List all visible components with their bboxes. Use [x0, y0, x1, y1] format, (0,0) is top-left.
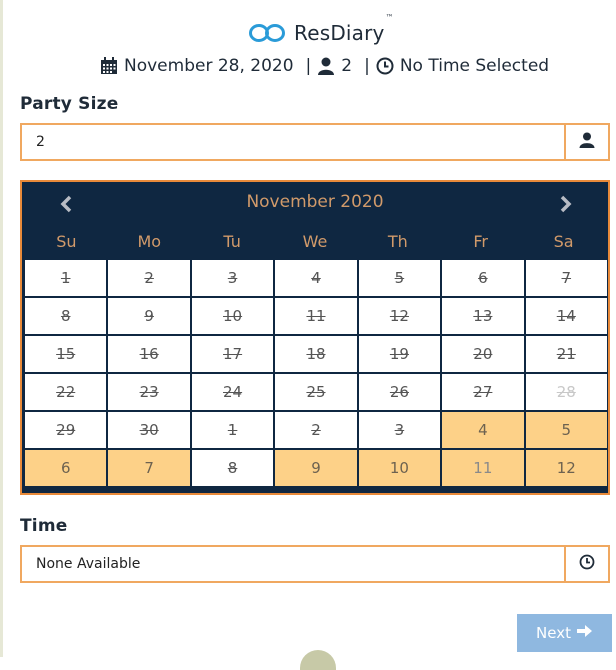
calendar-day[interactable]: 11: [442, 450, 524, 486]
calendar-day: 21: [525, 336, 607, 372]
weekday-label: Th: [387, 232, 408, 251]
weekday-label: Tu: [223, 232, 241, 251]
weekday-label: Fr: [473, 232, 489, 251]
calendar-day: 28: [525, 374, 607, 410]
calendar-day: 27: [442, 374, 524, 410]
calendar-day: 8: [191, 450, 274, 486]
summary-separator: |: [305, 56, 312, 76]
infinity-icon: [248, 22, 286, 44]
calendar-day[interactable]: 7: [108, 450, 190, 486]
person-icon: [579, 132, 595, 152]
calendar-day: 3: [358, 412, 441, 448]
party-size-label: Party Size: [20, 94, 119, 114]
calendar-day: 20: [442, 336, 524, 372]
time-field[interactable]: None Available: [20, 545, 610, 583]
calendar-day: 24: [191, 374, 274, 410]
calendar-day: 13: [442, 298, 524, 334]
weekday-label: We: [302, 232, 328, 251]
calendar-icon: [100, 57, 118, 75]
calendar-day[interactable]: 5: [525, 412, 607, 448]
calendar-day: 18: [275, 336, 357, 372]
person-icon: [317, 57, 335, 75]
summary-time: No Time Selected: [399, 56, 550, 76]
brand-name: ResDiary™: [294, 13, 394, 45]
calendar-day: 8: [25, 298, 107, 334]
calendar-day: 30: [108, 412, 190, 448]
calendar-day[interactable]: 4: [442, 412, 524, 448]
header: ResDiary™ November 28, 2020 | 2 | No Tim…: [0, 13, 616, 88]
weekday-label: Su: [56, 232, 77, 251]
calendar-day: 12: [358, 298, 441, 334]
time-input[interactable]: None Available: [20, 545, 564, 583]
calendar: November 2020 Su Mo Tu We Th Fr Sa 12345…: [20, 180, 610, 495]
calendar-day: 2: [108, 260, 190, 296]
trademark-mark: ™: [385, 13, 394, 22]
calendar-day: 2: [275, 412, 357, 448]
booking-summary: November 28, 2020 | 2 | No Time Selected: [100, 56, 549, 76]
calendar-day: 10: [191, 298, 274, 334]
time-addon[interactable]: [564, 545, 610, 583]
calendar-day: 14: [525, 298, 607, 334]
calendar-day: 17: [191, 336, 274, 372]
calendar-day: 26: [358, 374, 441, 410]
time-label: Time: [20, 516, 68, 536]
calendar-day: 11: [275, 298, 357, 334]
clock-icon: [376, 57, 394, 75]
calendar-day[interactable]: 6: [25, 450, 107, 486]
weekday-label: Sa: [553, 232, 574, 251]
summary-date: November 28, 2020: [124, 56, 294, 76]
clock-icon: [579, 554, 595, 574]
calendar-day[interactable]: 10: [358, 450, 441, 486]
summary-separator: |: [364, 56, 370, 76]
arrow-right-icon: [576, 624, 593, 642]
calendar-day: 1: [191, 412, 274, 448]
calendar-day: 23: [108, 374, 190, 410]
party-size-input[interactable]: 2: [20, 123, 564, 161]
calendar-day: 22: [25, 374, 107, 410]
calendar-day: 1: [25, 260, 107, 296]
calendar-day: 4: [275, 260, 357, 296]
calendar-day-grid: 1 2 3 4 5 6 7 8 9 10 11 12 13 14 15 16 17 18 19 20 21 22 23 24 2…: [25, 260, 607, 486]
calendar-day: 6: [442, 260, 524, 296]
calendar-day: 7: [525, 260, 607, 296]
weekday-header-row: Su Mo Tu We Th Fr Sa: [25, 228, 605, 256]
calendar-month-title: November 2020: [246, 192, 384, 212]
brand: ResDiary™: [248, 13, 394, 48]
next-button-label: Next: [536, 624, 571, 642]
bottom-avatar-peek: [300, 650, 336, 670]
calendar-day: 9: [108, 298, 190, 334]
calendar-day[interactable]: 12: [525, 450, 607, 486]
calendar-header: November 2020: [22, 182, 608, 224]
calendar-day: 19: [358, 336, 441, 372]
weekday-label: Mo: [137, 232, 162, 251]
party-size-field[interactable]: 2: [20, 123, 610, 161]
chevron-right-icon[interactable]: [554, 192, 578, 216]
calendar-day: 16: [108, 336, 190, 372]
calendar-day: 3: [191, 260, 274, 296]
calendar-day[interactable]: 9: [275, 450, 357, 486]
calendar-day: 15: [25, 336, 107, 372]
page-left-strip: [0, 0, 3, 657]
summary-party: 2: [341, 56, 353, 76]
calendar-day: 29: [25, 412, 107, 448]
calendar-day: 25: [275, 374, 357, 410]
next-button[interactable]: Next: [517, 614, 612, 652]
party-size-addon[interactable]: [564, 123, 610, 161]
calendar-day: 5: [358, 260, 441, 296]
